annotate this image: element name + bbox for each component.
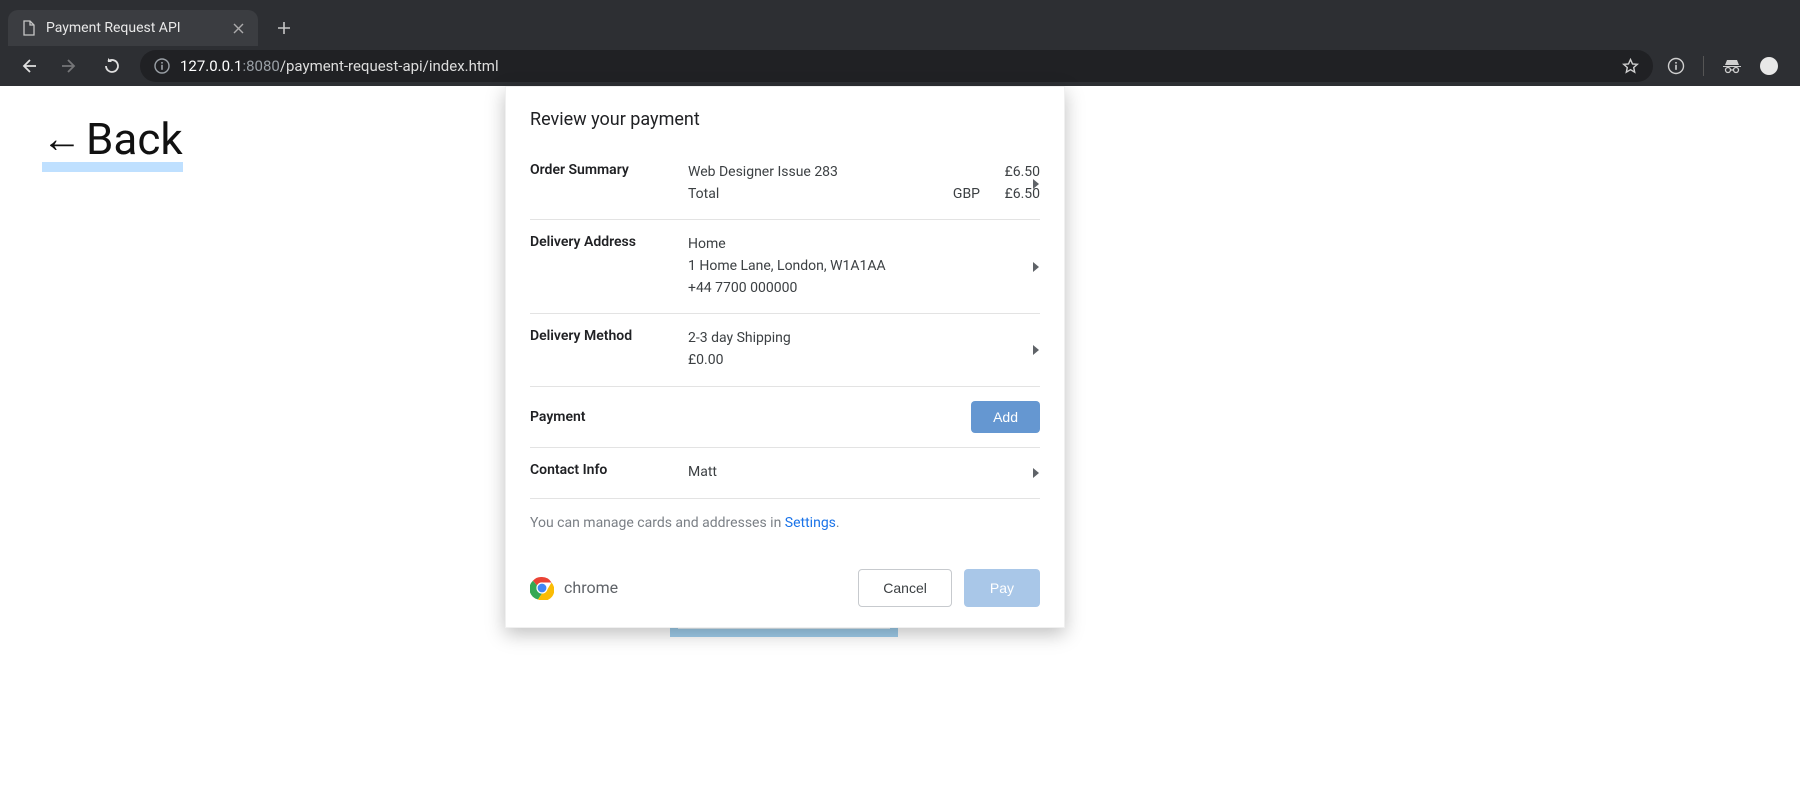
payment-section: Payment Add xyxy=(530,387,1040,448)
order-currency: GBP xyxy=(930,184,980,206)
delivery-address-section[interactable]: Delivery Address Home 1 Home Lane, Londo… xyxy=(530,220,1040,314)
omnibox[interactable]: 127.0.0.1:8080/payment-request-api/index… xyxy=(140,50,1653,82)
page-content: ←Back Buy Now Review your payment Order … xyxy=(0,86,1800,799)
url-host: 127.0.0.1 xyxy=(180,57,242,75)
back-link[interactable]: ←Back xyxy=(42,116,183,172)
chevron-right-icon[interactable] xyxy=(1032,179,1040,189)
profile-avatar[interactable] xyxy=(1760,57,1778,75)
settings-link[interactable]: Settings xyxy=(785,515,836,531)
contact-info-value: Matt xyxy=(688,462,1040,484)
shipping-name: 2-3 day Shipping xyxy=(688,328,1040,350)
incognito-icon[interactable] xyxy=(1722,58,1742,74)
chevron-right-icon[interactable] xyxy=(1032,262,1040,272)
browser-tab[interactable]: Payment Request API xyxy=(8,10,258,46)
browser-chrome: Payment Request API 127.0.0.1:8080/payme… xyxy=(0,0,1800,86)
delivery-address-label: Delivery Address xyxy=(530,234,688,299)
sheet-footer: chrome Cancel Pay xyxy=(506,551,1064,627)
delivery-method-section[interactable]: Delivery Method 2-3 day Shipping £0.00 xyxy=(530,314,1040,386)
manage-hint: You can manage cards and addresses in Se… xyxy=(530,515,1040,531)
new-tab-button[interactable] xyxy=(270,14,298,42)
manage-prefix: You can manage cards and addresses in xyxy=(530,515,785,531)
order-summary-label: Order Summary xyxy=(530,162,688,205)
cancel-button[interactable]: Cancel xyxy=(858,569,952,607)
file-icon xyxy=(22,20,36,36)
chrome-brand-label: chrome xyxy=(564,578,618,597)
url-path: /payment-request-api/index.html xyxy=(280,57,499,75)
order-summary-content: Web Designer Issue 283 £6.50 Total GBP £… xyxy=(688,162,1040,205)
sheet-title: Review your payment xyxy=(530,109,1040,130)
reload-button[interactable] xyxy=(98,52,126,80)
site-info-icon[interactable] xyxy=(154,58,170,74)
address-phone: +44 7700 000000 xyxy=(688,278,1040,300)
delivery-method-label: Delivery Method xyxy=(530,328,688,371)
close-tab-icon[interactable] xyxy=(233,23,244,34)
delivery-address-content: Home 1 Home Lane, London, W1A1AA +44 770… xyxy=(688,234,1040,299)
page-info-icon[interactable] xyxy=(1667,57,1685,75)
add-payment-button[interactable]: Add xyxy=(971,401,1040,433)
url: 127.0.0.1:8080/payment-request-api/index… xyxy=(180,57,499,75)
back-button[interactable] xyxy=(14,52,42,80)
divider xyxy=(1703,56,1704,76)
forward-button[interactable] xyxy=(56,52,84,80)
order-summary-section[interactable]: Order Summary Web Designer Issue 283 £6.… xyxy=(530,148,1040,220)
arrow-left-icon: ← xyxy=(42,115,82,162)
address-bar: 127.0.0.1:8080/payment-request-api/index… xyxy=(0,46,1800,86)
toolbar-right xyxy=(1667,56,1786,76)
order-total-label: Total xyxy=(688,184,930,206)
chrome-logo-icon xyxy=(530,576,554,600)
order-total-price: £6.50 xyxy=(980,184,1040,206)
url-port: :8080 xyxy=(242,57,279,75)
chevron-right-icon[interactable] xyxy=(1032,345,1040,355)
delivery-method-content: 2-3 day Shipping £0.00 xyxy=(688,328,1040,371)
tab-strip: Payment Request API xyxy=(0,0,1800,46)
order-item-price: £6.50 xyxy=(980,162,1040,184)
order-item-desc: Web Designer Issue 283 xyxy=(688,162,930,184)
chevron-right-icon[interactable] xyxy=(1032,468,1040,478)
contact-info-label: Contact Info xyxy=(530,462,688,484)
pay-button[interactable]: Pay xyxy=(964,569,1040,607)
chrome-brand: chrome xyxy=(530,576,618,600)
shipping-price: £0.00 xyxy=(688,350,1040,372)
bookmark-icon[interactable] xyxy=(1622,58,1639,75)
back-link-label: Back xyxy=(86,113,183,165)
manage-suffix: . xyxy=(836,515,840,531)
contact-info-section[interactable]: Contact Info Matt xyxy=(530,448,1040,499)
payment-label: Payment xyxy=(530,409,688,425)
address-line: 1 Home Lane, London, W1A1AA xyxy=(688,256,1040,278)
payment-sheet: Review your payment Order Summary Web De… xyxy=(505,86,1065,628)
address-name: Home xyxy=(688,234,1040,256)
tab-title: Payment Request API xyxy=(46,20,181,36)
